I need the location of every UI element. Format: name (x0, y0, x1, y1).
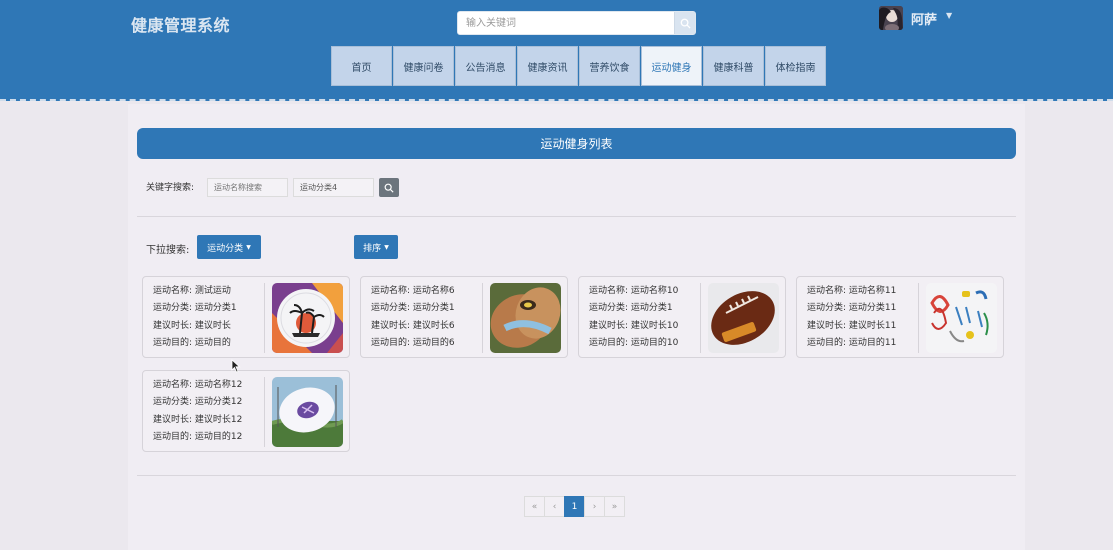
nav-item-science[interactable]: 健康科普 (703, 46, 764, 86)
user-name[interactable]: 阿萨 (911, 9, 937, 28)
card-duration: 建议时长: 建议时长6 (371, 320, 455, 331)
caret-down-icon: ▼ (246, 243, 251, 251)
card-purpose: 运动目的: 运动目的6 (371, 337, 455, 348)
search-icon (680, 18, 691, 29)
fitness-card[interactable]: 运动名称: 运动名称12 运动分类: 运动分类12 建议时长: 建议时长12 运… (142, 370, 350, 452)
card-category: 运动分类: 运动分类1 (371, 303, 455, 314)
nav-item-health-news[interactable]: 健康资讯 (517, 46, 578, 86)
nav-item-nutrition[interactable]: 营养饮食 (579, 46, 640, 86)
card-separator (264, 283, 265, 353)
avatar[interactable] (879, 6, 903, 30)
nav-item-checkup-guide[interactable]: 体检指南 (765, 46, 826, 86)
card-category: 运动分类: 运动分类1 (589, 303, 673, 314)
card-category: 运动分类: 运动分类1 (153, 303, 237, 314)
chevron-down-icon[interactable]: ▼ (946, 11, 952, 20)
pagination: « ‹ 1 › » (524, 496, 625, 517)
card-duration: 建议时长: 建议时长11 (807, 320, 897, 331)
card-purpose: 运动目的: 运动目的10 (589, 337, 679, 348)
nav-item-announcements[interactable]: 公告消息 (455, 46, 516, 86)
dropdown-search-label: 下拉搜索: (146, 245, 190, 256)
fitness-card[interactable]: 运动名称: 测试运动 运动分类: 运动分类1 建议时长: 建议时长 运动目的: … (142, 276, 350, 358)
sort-dropdown-label: 排序 (363, 243, 382, 254)
search-icon (384, 183, 394, 193)
caret-down-icon: ▼ (384, 243, 389, 251)
nav-item-fitness[interactable]: 运动健身 (641, 46, 702, 86)
card-separator (482, 283, 483, 353)
card-name: 运动名称: 测试运动 (153, 286, 231, 296)
card-purpose: 运动目的: 运动目的 (153, 337, 231, 348)
fitness-card[interactable]: 运动名称: 运动名称6 运动分类: 运动分类1 建议时长: 建议时长6 运动目的… (360, 276, 568, 358)
sort-dropdown-button[interactable]: 排序 ▼ (354, 235, 398, 259)
fitness-card[interactable]: 运动名称: 运动名称11 运动分类: 运动分类11 建议时长: 建议时长11 运… (796, 276, 1004, 358)
keyword-search-label: 关键字搜索: (146, 183, 195, 193)
card-category: 运动分类: 运动分类11 (807, 303, 897, 314)
page-prev-button[interactable]: ‹ (544, 496, 565, 517)
frisbee-field-image[interactable] (272, 377, 343, 447)
header-search-input[interactable] (458, 12, 675, 34)
american-football-image[interactable] (708, 283, 779, 353)
divider (137, 475, 1016, 476)
climbing-gear-image[interactable] (926, 283, 997, 353)
page-last-button[interactable]: » (604, 496, 625, 517)
page-next-button[interactable]: › (584, 496, 605, 517)
card-category: 运动分类: 运动分类12 (153, 397, 243, 408)
card-duration: 建议时长: 建议时长10 (589, 320, 679, 331)
divider (137, 216, 1016, 217)
site-brand[interactable]: 健康管理系统 (131, 12, 230, 36)
card-name: 运动名称: 运动名称11 (807, 286, 897, 296)
card-name: 运动名称: 运动名称10 (589, 286, 679, 296)
card-purpose: 运动目的: 运动目的12 (153, 431, 243, 442)
mouse-cursor-icon (231, 359, 241, 373)
nav-item-questionnaire[interactable]: 健康问卷 (393, 46, 454, 86)
page-number-button[interactable]: 1 (564, 496, 585, 517)
category-dropdown-label: 运动分类 (207, 243, 244, 254)
card-separator (700, 283, 701, 353)
card-name: 运动名称: 运动名称6 (371, 286, 455, 296)
fitness-card[interactable]: 运动名称: 运动名称10 运动分类: 运动分类1 建议时长: 建议时长10 运动… (578, 276, 786, 358)
header-search (457, 11, 696, 35)
football-image[interactable] (490, 283, 561, 353)
page-title: 运动健身列表 (137, 128, 1016, 159)
card-duration: 建议时长: 建议时长12 (153, 414, 243, 425)
top-header: 健康管理系统 阿萨 ▼ 首页 健康问卷 公告消息 健康资讯 营养饮食 运动健身 … (0, 0, 1113, 101)
main-nav: 首页 健康问卷 公告消息 健康资讯 营养饮食 运动健身 健康科普 体检指南 (331, 46, 827, 86)
card-duration: 建议时长: 建议时长 (153, 320, 231, 331)
name-search-input[interactable] (207, 178, 288, 197)
category-search-input[interactable] (293, 178, 374, 197)
frisbee-palm-image[interactable] (272, 283, 343, 353)
keyword-search-button[interactable] (379, 178, 399, 197)
header-search-button[interactable] (674, 12, 695, 34)
page-first-button[interactable]: « (524, 496, 545, 517)
card-name: 运动名称: 运动名称12 (153, 380, 243, 390)
card-purpose: 运动目的: 运动目的11 (807, 337, 897, 348)
card-separator (918, 283, 919, 353)
avatar-image (879, 6, 903, 30)
category-dropdown-button[interactable]: 运动分类 ▼ (197, 235, 261, 259)
card-separator (264, 377, 265, 447)
nav-item-home[interactable]: 首页 (331, 46, 392, 86)
